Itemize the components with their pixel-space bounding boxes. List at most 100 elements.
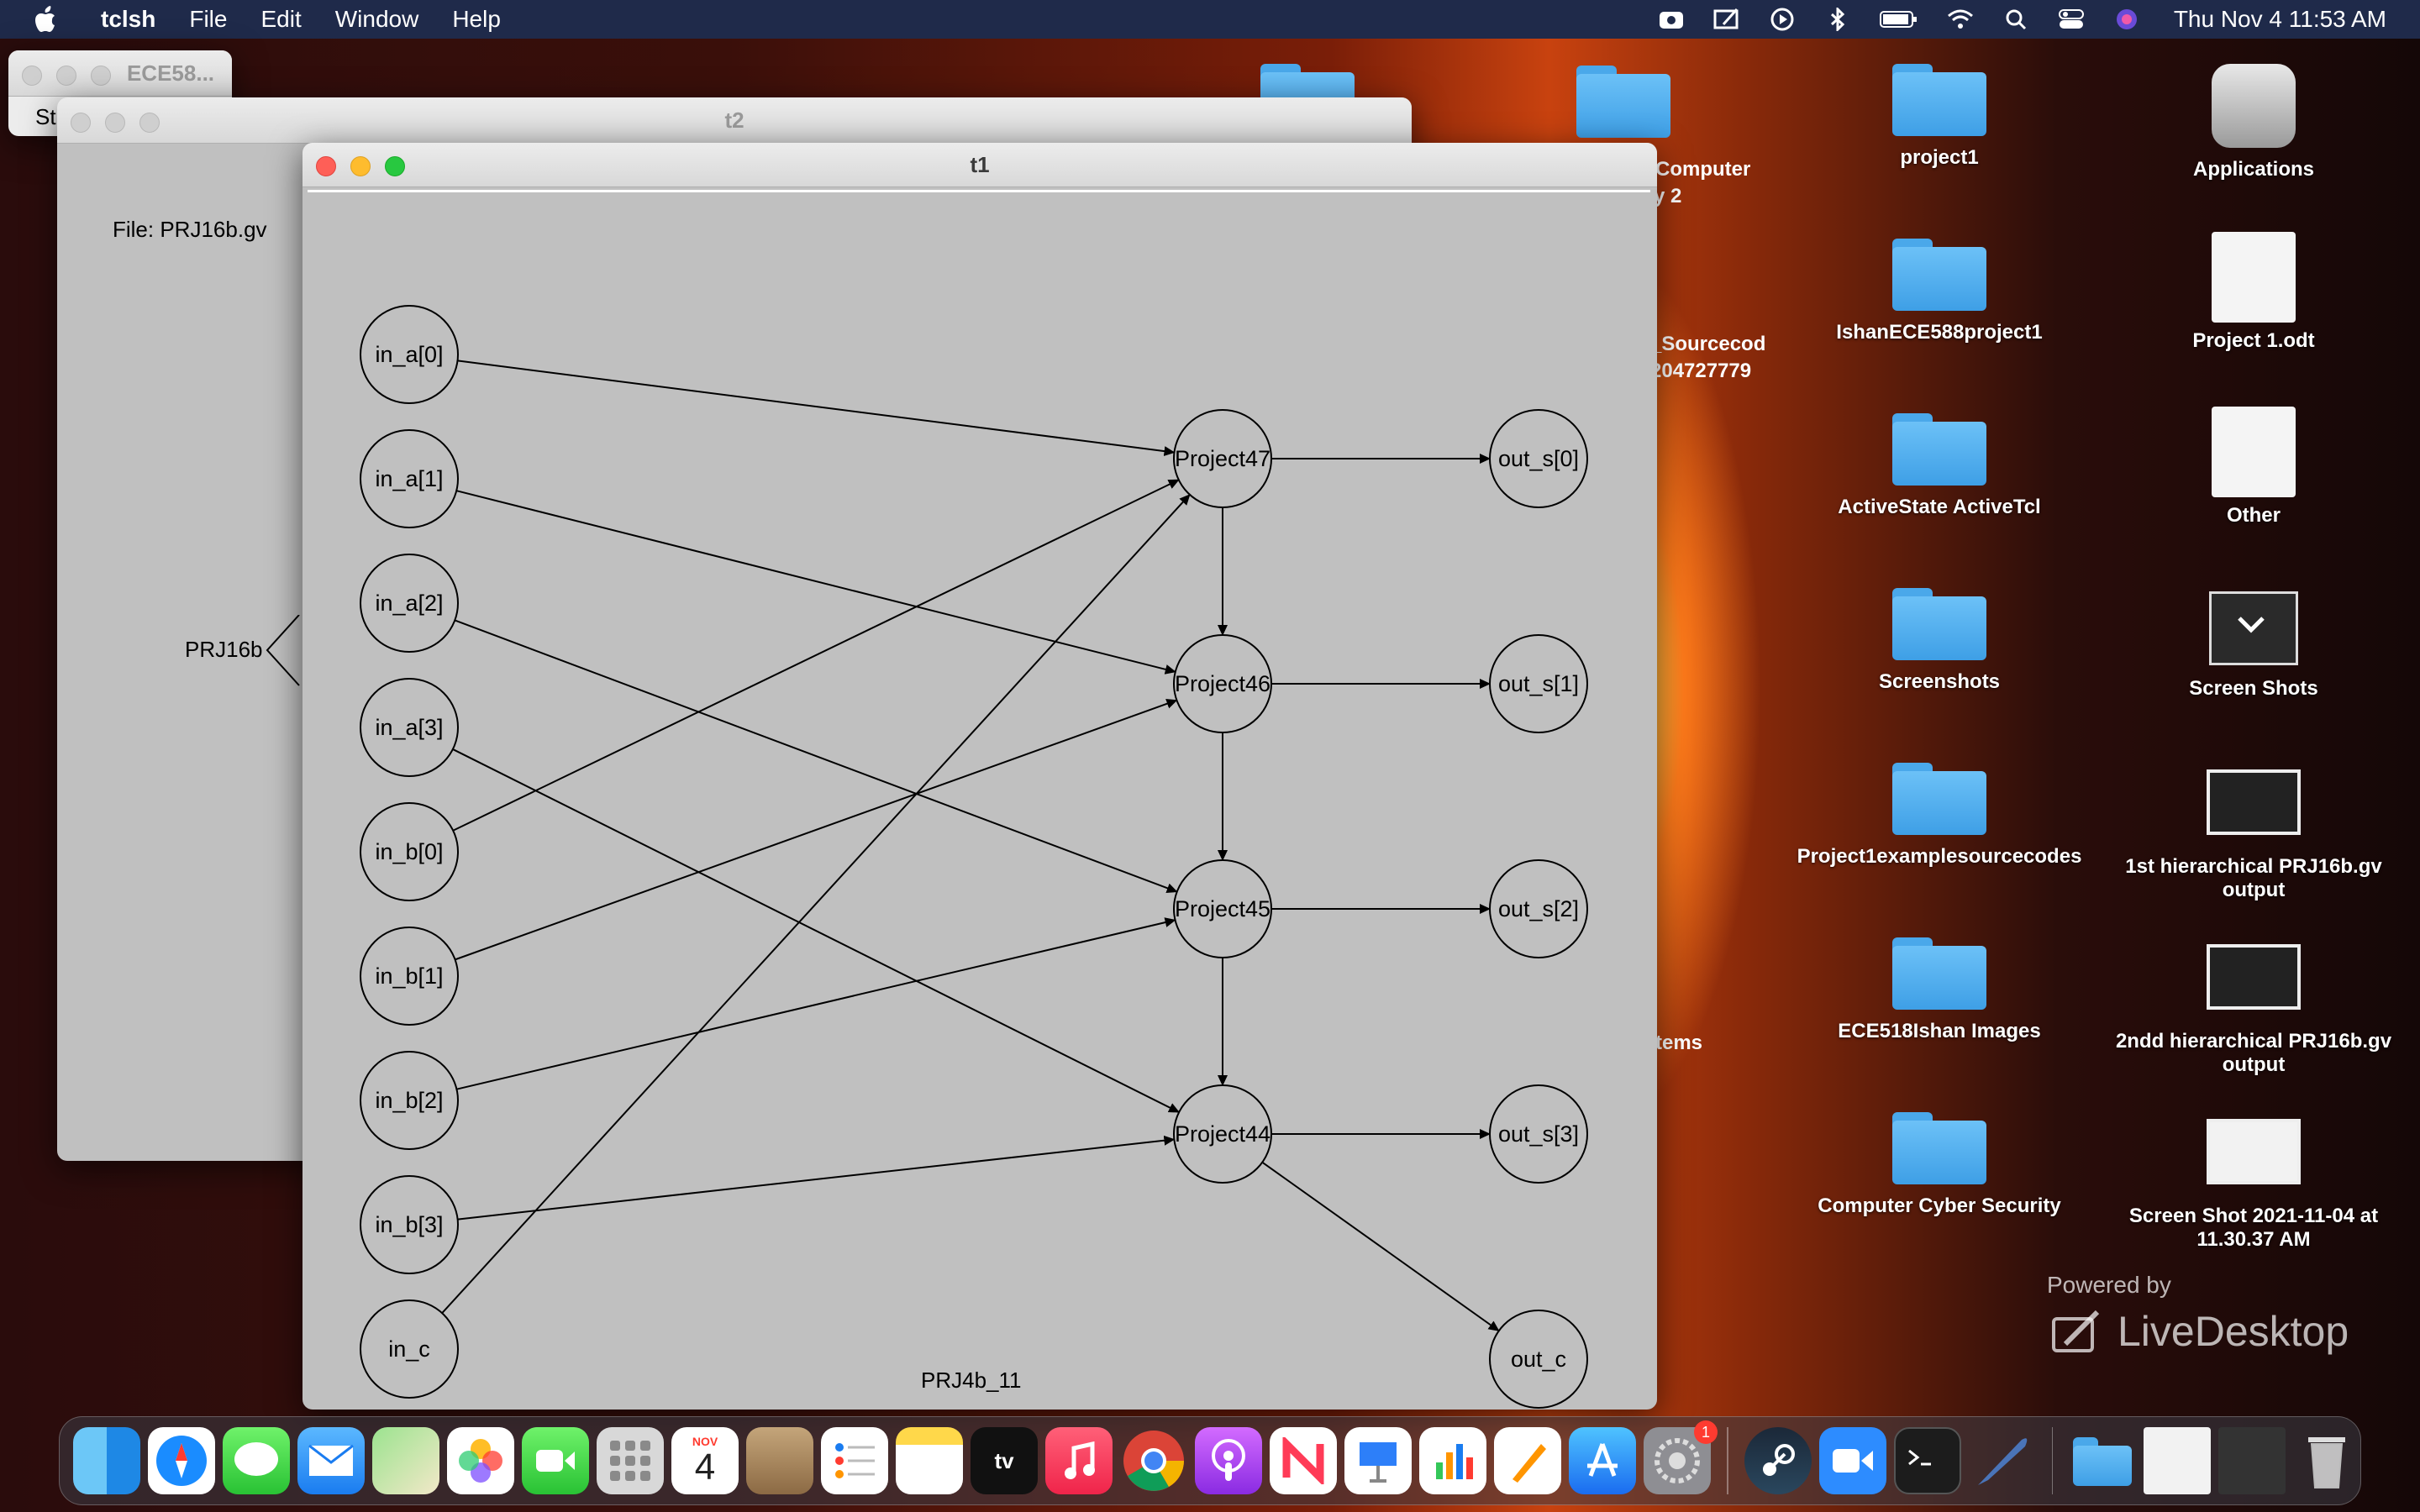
desktop-item-cyber-security[interactable]: Computer Cyber Security — [1780, 1112, 2099, 1218]
minimize-button[interactable] — [56, 66, 76, 86]
graph-label: PRJ4b_11 — [921, 1368, 1022, 1393]
folder-icon — [1892, 937, 1986, 1010]
zoom-button[interactable] — [385, 156, 405, 176]
t2-file-label: File: PRJ16b.gv — [113, 217, 267, 242]
reminders-icon[interactable] — [821, 1427, 888, 1494]
graph-node-label: out_s[3] — [1498, 1121, 1579, 1147]
wifi-icon[interactable] — [1947, 8, 1974, 31]
graph-node-label: out_s[0] — [1498, 446, 1579, 471]
desktop-item-activetcl[interactable]: ActiveState ActiveTcl — [1780, 413, 2099, 519]
news-icon[interactable] — [1270, 1427, 1337, 1494]
close-button[interactable] — [316, 156, 336, 176]
systemprefs-icon[interactable]: 1 — [1644, 1420, 1718, 1494]
desktop-item-screenshots[interactable]: Screenshots — [1780, 588, 2099, 694]
control-center-icon[interactable] — [2058, 8, 2085, 31]
menu-clock[interactable]: Thu Nov 4 11:53 AM — [2174, 6, 2386, 33]
menu-bar: tclsh File Edit Window Help Thu Nov 4 11… — [0, 0, 2420, 39]
downloads-folder-icon[interactable] — [2069, 1427, 2136, 1494]
desktop-partial-label: tems — [1655, 1032, 1703, 1054]
chrome-icon[interactable] — [1120, 1427, 1187, 1494]
t1-window-title: t1 — [970, 151, 990, 177]
screen-annotate-icon[interactable] — [1713, 8, 1740, 31]
folder-alias-icon — [1892, 413, 1986, 486]
numbers-icon[interactable] — [1419, 1427, 1486, 1494]
desktop-item-2ndd-hierarchical[interactable]: 2ndd hierarchical PRJ16b.gv output — [2094, 936, 2413, 1077]
dock-separator — [2051, 1427, 2053, 1494]
graph-edge — [457, 360, 1176, 457]
desktop-item-project1[interactable]: project1 — [1780, 64, 2099, 170]
document-icon — [2212, 232, 2296, 323]
steam-icon[interactable] — [1744, 1427, 1812, 1494]
apple-icon[interactable] — [34, 5, 60, 34]
facetime-icon[interactable] — [522, 1427, 589, 1494]
music-icon[interactable] — [1045, 1427, 1113, 1494]
play-icon[interactable] — [1769, 8, 1796, 31]
desktop-item-label: Project 1.odt — [2192, 329, 2315, 352]
bluetooth-icon[interactable] — [1824, 8, 1851, 31]
graph-node-label: in_a[1] — [375, 466, 443, 491]
siri-icon[interactable] — [2113, 8, 2140, 31]
desktop-item-ishanece588project1[interactable]: IshanECE588project1 — [1780, 239, 2099, 344]
mail-icon[interactable] — [297, 1427, 365, 1494]
menu-help[interactable]: Help — [452, 6, 501, 33]
desktop-item-label: IshanECE588project1 — [1836, 321, 2043, 344]
zoom-button[interactable] — [91, 66, 111, 86]
ece-window-title: ECE58... — [126, 60, 215, 86]
menu-app-name[interactable]: tclsh — [101, 6, 155, 33]
t2-window-titlebar[interactable]: t2 — [57, 97, 1412, 144]
zoom-icon[interactable] — [1818, 1427, 1886, 1494]
contacts-icon[interactable] — [746, 1427, 813, 1494]
folder-icon[interactable] — [1576, 66, 1670, 138]
desktop-item-screen-shots[interactable]: Screen Shots — [2094, 588, 2413, 701]
messages-icon[interactable] — [223, 1427, 290, 1494]
minimize-button[interactable] — [350, 156, 371, 176]
safari-icon[interactable] — [148, 1427, 215, 1494]
appstore-icon[interactable] — [1569, 1427, 1636, 1494]
zoom-button[interactable] — [139, 113, 160, 133]
window-preview-icon[interactable] — [2144, 1427, 2211, 1494]
desktop-item-ece518ishan-images[interactable]: ECE518Ishan Images — [1780, 937, 2099, 1043]
desktop-item-project1-odt[interactable]: Project 1.odt — [2094, 232, 2413, 353]
appletv-icon[interactable]: tv — [971, 1427, 1038, 1494]
graph-node-label: in_a[3] — [375, 715, 443, 740]
maps-icon[interactable] — [372, 1427, 439, 1494]
calendar-icon[interactable]: NOV 4 — [671, 1427, 739, 1494]
t1-window[interactable]: t1 in_a[0] in_a[1] in_a[2] in_a[3] in_b[0] in… — [302, 143, 1657, 1410]
calendar-day: 4 — [694, 1446, 716, 1488]
close-button[interactable] — [71, 113, 91, 133]
desktop-item-label: project1 — [1900, 146, 1979, 169]
keynote-icon[interactable] — [1344, 1427, 1412, 1494]
search-icon[interactable] — [2002, 8, 2029, 31]
finder-icon[interactable] — [73, 1427, 140, 1494]
graph-node-label: out_s[1] — [1498, 671, 1579, 696]
graph-edge — [1261, 1161, 1500, 1332]
trash-icon[interactable] — [2293, 1427, 2360, 1494]
podcasts-icon[interactable] — [1195, 1427, 1262, 1494]
graph-node-label: out_c — [1511, 1347, 1566, 1372]
t1-window-titlebar[interactable]: t1 — [302, 143, 1657, 187]
desktop-item-project1examples[interactable]: Project1examplesourcecodes — [1780, 763, 2099, 869]
notes-icon[interactable] — [896, 1427, 963, 1494]
desktop-item-other[interactable]: Other — [2094, 407, 2413, 528]
battery-icon[interactable] — [1879, 8, 1918, 31]
photos-icon[interactable] — [447, 1427, 514, 1494]
desktop-item-1st-hierarchical[interactable]: 1st hierarchical PRJ16b.gv output — [2094, 761, 2413, 902]
desktop-item-screen-shot-2021[interactable]: Screen Shot 2021-11-04 at 11.30.37 AM — [2094, 1110, 2413, 1252]
feather-icon[interactable] — [1969, 1427, 2036, 1494]
graph-node-label: Project46 — [1175, 671, 1270, 696]
terminal-icon[interactable] — [1893, 1427, 1961, 1494]
menu-edit[interactable]: Edit — [260, 6, 301, 33]
minimize-button[interactable] — [105, 113, 125, 133]
screenshot-preview-icon[interactable] — [2218, 1427, 2286, 1494]
menu-window[interactable]: Window — [335, 6, 419, 33]
pages-icon[interactable] — [1494, 1427, 1561, 1494]
desktop-item-applications[interactable]: Applications — [2094, 64, 2413, 181]
desktop-item-label: 2ndd hierarchical PRJ16b.gv output — [2115, 1030, 2392, 1076]
menu-file[interactable]: File — [189, 6, 227, 33]
screenshot-thumbnail-icon — [2207, 769, 2301, 835]
launchpad-icon[interactable] — [597, 1427, 664, 1494]
close-button[interactable] — [22, 66, 42, 86]
camera-icon[interactable] — [1658, 8, 1685, 31]
ece-window-titlebar[interactable]: ECE58... — [8, 50, 232, 97]
desktop-item-label: Screenshots — [1878, 670, 2001, 693]
